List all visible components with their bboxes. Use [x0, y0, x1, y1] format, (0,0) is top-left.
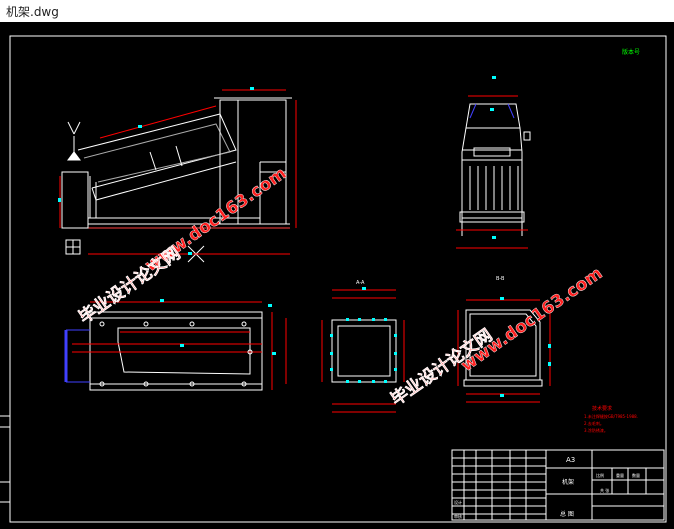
- tech-req-heading: 技术要求: [592, 405, 612, 412]
- sheet-size: A3: [566, 456, 575, 464]
- sheet-count: 共 张: [600, 487, 609, 493]
- outer-frame: [9, 35, 667, 523]
- watermark-2: www.doc163.com: [457, 263, 606, 376]
- side-dim-markers: [490, 76, 496, 239]
- cad-drawing[interactable]: 版本号 A-A B-B 技术要求 1.未注焊缝按GB/T985-1988. 2.…: [0, 22, 674, 525]
- corner-mark: 版本号: [622, 48, 640, 56]
- qty-label: 数量: [632, 472, 640, 478]
- top-dim-markers: [160, 299, 276, 355]
- window-titlebar: 机架.dwg: [0, 0, 674, 23]
- window-title: 机架.dwg: [6, 5, 59, 19]
- section-a-label: A-A: [356, 280, 365, 286]
- drawing-canvas[interactable]: 版本号 A-A B-B 技术要求 1.未注焊缝按GB/T985-1988. 2.…: [0, 22, 674, 525]
- side-view: [456, 95, 531, 249]
- watermark-site: www.doc163.com: [457, 263, 606, 376]
- tech-req-line: 2.去毛刺。: [584, 420, 604, 426]
- design-label: 设计: [454, 499, 462, 505]
- check-label: 审核: [454, 513, 462, 519]
- watermark-label: 毕业设计论文网: [75, 243, 185, 328]
- tech-requirements: 技术要求 1.未注焊缝按GB/T985-1988. 2.去毛刺。 3.涂防锈漆。: [584, 405, 638, 433]
- weight-label: 重量: [616, 472, 624, 478]
- part-name: 机架: [562, 478, 574, 486]
- watermark-1-label: 毕业设计论文网: [75, 242, 185, 328]
- tech-req-line: 1.未注焊缝按GB/T985-1988.: [584, 413, 638, 419]
- scale-label: 比例: [596, 472, 604, 478]
- section-a-markers: [330, 287, 397, 383]
- title-block: [451, 449, 665, 521]
- section-b-label: B-B: [496, 276, 505, 282]
- tech-req-line: 3.涂防锈漆。: [584, 427, 608, 433]
- title-bottom: 总 图: [560, 510, 574, 518]
